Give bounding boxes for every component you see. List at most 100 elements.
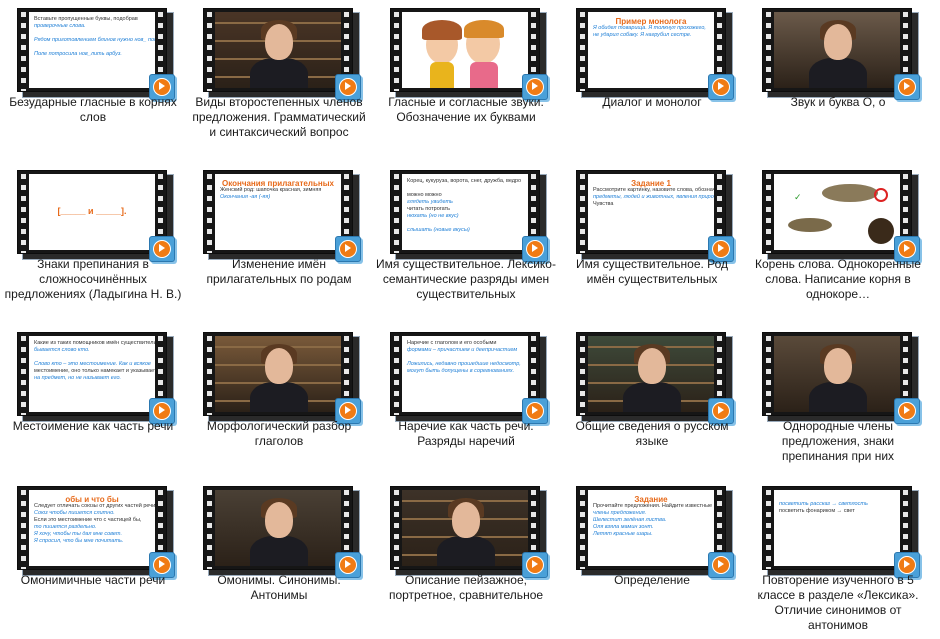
video-title[interactable]: Диалог и монолог (562, 95, 742, 110)
thumbnail-image: ✓ (774, 174, 900, 250)
video-title[interactable]: Местоимение как часть речи (3, 419, 183, 434)
video-thumbnail[interactable] (203, 332, 361, 424)
thumbnail-image (588, 336, 714, 412)
video-item[interactable]: Задание Прочитайте предложения. Найдите и… (559, 478, 745, 636)
slide-text: посветить рассказ → светлость посветить ф… (779, 501, 868, 514)
film-strip-icon (390, 486, 540, 570)
video-thumbnail[interactable] (390, 8, 548, 100)
video-title[interactable]: Определение (562, 573, 742, 588)
video-title[interactable]: Имя существительное. Лексико-семантическ… (376, 257, 556, 302)
fish-illustration: ✓ (774, 174, 900, 250)
video-title[interactable]: Корень слова. Однокоренные слова. Написа… (748, 257, 928, 302)
video-item[interactable]: Описание пейзажное, портретное, сравните… (373, 478, 559, 636)
video-item[interactable]: ✓ Корень слова. Однокоренные слова. Напис… (745, 162, 931, 320)
video-item[interactable]: Общие сведения о русском языке (559, 324, 745, 482)
slide-text: Пример монолога Я обидел товарища. Я толк… (588, 12, 714, 43)
video-thumbnail[interactable]: Задание 1 Рассмотрите картинку, назовите … (576, 170, 734, 262)
video-thumbnail[interactable]: Корец, кукуруза, ворота, снег, дружба, в… (390, 170, 548, 262)
video-item[interactable]: Однородные члены предложения, знаки преп… (745, 324, 931, 482)
thumbnail-image: Пример монолога Я обидел товарища. Я толк… (588, 12, 714, 88)
video-title[interactable]: Омонимичные части речи (3, 573, 183, 588)
video-thumbnail[interactable] (762, 8, 920, 100)
video-item[interactable]: [_____ и _____]. Знаки препинания в сложн… (0, 162, 186, 320)
video-thumbnail[interactable]: Пример монолога Я обидел товарища. Я толк… (576, 8, 734, 100)
video-thumbnail[interactable]: Наречие с глаголом и его особыми формами … (390, 332, 548, 424)
slide-text: Корец, кукуруза, ворота, снег, дружба, в… (407, 178, 522, 233)
slide-text: Задание 1 Рассмотрите картинку, назовите … (593, 179, 714, 208)
video-title[interactable]: Гласные и согласные звуки. Обозначение и… (376, 95, 556, 125)
video-thumbnail[interactable]: посветить рассказ → светлость посветить ф… (762, 486, 920, 578)
video-item[interactable]: Пример монолога Я обидел товарища. Я толк… (559, 0, 745, 158)
video-title[interactable]: Виды второстепенных членов предложения. … (189, 95, 369, 140)
video-title[interactable]: Имя существительное. Род имён существите… (562, 257, 742, 287)
thumbnail-image: обы и что бы Следует отличать союзы от др… (29, 490, 155, 566)
slide-text: Вставьте пропущенные буквы, подобрав пров… (34, 16, 155, 57)
video-item[interactable]: Наречие с глаголом и его особыми формами … (373, 324, 559, 482)
slide-text: Наречие с глаголом и его особыми формами … (407, 340, 521, 374)
video-item[interactable]: Морфологический разбор глаголов (186, 324, 372, 482)
film-strip-icon (576, 332, 726, 416)
slide-text: Задание Прочитайте предложения. Найдите и… (593, 495, 714, 538)
thumbnail-image (215, 12, 341, 88)
video-item[interactable]: Омонимы. Синонимы. Антонимы (186, 478, 372, 636)
slide-heading: Задание (634, 495, 668, 504)
video-title[interactable]: Безударные гласные в корнях слов (3, 95, 183, 125)
video-title[interactable]: Наречие как часть речи. Разряды наречий (376, 419, 556, 449)
slide-text: [_____ и _____]. (57, 206, 127, 216)
thumbnail-image: Задание Прочитайте предложения. Найдите и… (588, 490, 714, 566)
video-item[interactable]: Окончания прилагательных Женский род: шап… (186, 162, 372, 320)
video-item[interactable]: Какие из таких помощников имён существит… (0, 324, 186, 482)
video-thumbnail[interactable]: [_____ и _____]. (17, 170, 175, 262)
video-thumbnail[interactable] (576, 332, 734, 424)
video-item[interactable]: Вставьте пропущенные буквы, подобрав пров… (0, 0, 186, 158)
video-item[interactable]: посветить рассказ → светлость посветить ф… (745, 478, 931, 636)
film-strip-icon (203, 486, 353, 570)
video-title[interactable]: Знаки препинания в сложносочинённых пред… (3, 257, 183, 302)
video-title[interactable]: Звук и буква О, о (748, 95, 928, 110)
thumbnail-image: Окончания прилагательных Женский род: шап… (215, 174, 341, 250)
video-title[interactable]: Однородные члены предложения, знаки преп… (748, 419, 928, 464)
video-thumbnail[interactable]: обы и что бы Следует отличать союзы от др… (17, 486, 175, 578)
thumbnail-image (402, 490, 528, 566)
film-strip-icon: обы и что бы Следует отличать союзы от др… (17, 486, 167, 570)
video-title[interactable]: Омонимы. Синонимы. Антонимы (189, 573, 369, 603)
video-thumbnail[interactable]: ✓ (762, 170, 920, 262)
film-strip-icon (203, 332, 353, 416)
video-title[interactable]: Описание пейзажное, портретное, сравните… (376, 573, 556, 603)
film-strip-icon: Задание 1 Рассмотрите картинку, назовите … (576, 170, 726, 254)
video-scene (588, 336, 714, 412)
video-item[interactable]: Гласные и согласные звуки. Обозначение и… (373, 0, 559, 158)
video-thumbnail[interactable] (203, 8, 361, 100)
video-scene (402, 490, 528, 566)
video-thumbnail[interactable] (762, 332, 920, 424)
video-thumbnail[interactable]: Какие из таких помощников имён существит… (17, 332, 175, 424)
video-item[interactable]: Задание 1 Рассмотрите картинку, назовите … (559, 162, 745, 320)
video-thumbnail[interactable]: Вставьте пропущенные буквы, подобрав пров… (17, 8, 175, 100)
video-scene (215, 490, 341, 566)
thumbnail-image (774, 12, 900, 88)
slide-text: Окончания прилагательных Женский род: шап… (220, 179, 334, 201)
video-thumbnail[interactable] (203, 486, 361, 578)
thumbnail-image: Задание 1 Рассмотрите картинку, назовите … (588, 174, 714, 250)
video-item[interactable]: Корец, кукуруза, ворота, снег, дружба, в… (373, 162, 559, 320)
video-item[interactable]: обы и что бы Следует отличать союзы от др… (0, 478, 186, 636)
slide-heading: Окончания прилагательных (221, 179, 334, 188)
slide-text: Какие из таких помощников имён существит… (34, 340, 155, 381)
slide-text: обы и что бы Следует отличать союзы от др… (34, 495, 155, 545)
video-item[interactable]: Виды второстепенных членов предложения. … (186, 0, 372, 158)
video-title[interactable]: Общие сведения о русском языке (562, 419, 742, 449)
video-scene (774, 12, 900, 88)
video-thumbnail[interactable]: Задание Прочитайте предложения. Найдите и… (576, 486, 734, 578)
thumbnail-image: Вставьте пропущенные буквы, подобрав пров… (29, 12, 155, 88)
video-title[interactable]: Морфологический разбор глаголов (189, 419, 369, 449)
video-thumbnail[interactable] (390, 486, 548, 578)
video-title[interactable]: Изменение имён прилагательных по родам (189, 257, 369, 287)
video-scene (215, 12, 341, 88)
video-thumbnail[interactable]: Окончания прилагательных Женский род: шап… (203, 170, 361, 262)
film-strip-icon: [_____ и _____]. (17, 170, 167, 254)
thumbnail-image (774, 336, 900, 412)
video-item[interactable]: Звук и буква О, о (745, 0, 931, 158)
video-title[interactable]: Повторение изученного в 5 классе в разде… (748, 573, 928, 633)
thumbnail-image: Наречие с глаголом и его особыми формами … (402, 336, 528, 412)
film-strip-icon: Вставьте пропущенные буквы, подобрав пров… (17, 8, 167, 92)
